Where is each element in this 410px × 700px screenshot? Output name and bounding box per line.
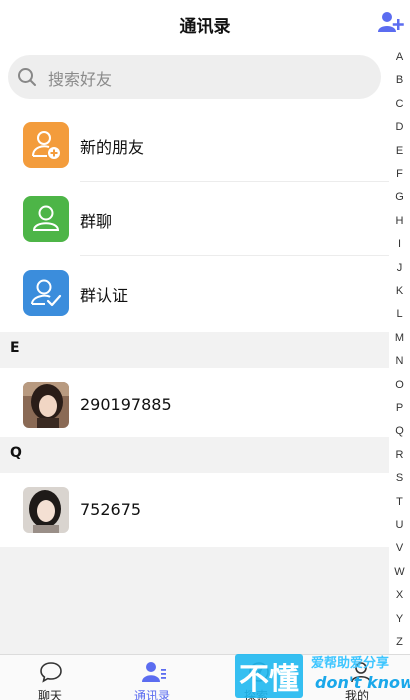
page-title: 通讯录 [179,17,231,37]
index-letter[interactable]: T [389,496,410,508]
index-letter[interactable]: S [389,472,410,484]
watermark-sub: don't know [315,673,410,692]
index-letter[interactable]: Q [389,425,410,437]
contact-name: 290197885 [80,395,172,414]
add-contact-icon[interactable] [378,11,404,33]
index-letter[interactable]: X [389,589,410,601]
new-friends-item[interactable]: 新的朋友 [0,108,389,182]
avatar [23,487,69,533]
tab-label: 聊天 [38,689,63,700]
index-letter[interactable]: U [389,519,410,531]
group-verification-label: 群认证 [80,286,129,305]
new-friend-icon [23,122,69,168]
index-letter[interactable]: N [389,355,410,367]
index-letter[interactable]: F [389,168,410,180]
contact-row[interactable]: 290197885 [0,368,389,442]
watermark-main: 不懂 [239,662,299,697]
section-header-e: E [0,332,389,368]
search-bar[interactable]: 搜索好友 [8,55,381,99]
index-letter[interactable]: K [389,285,410,297]
index-letter[interactable]: Y [389,613,410,625]
index-letter[interactable]: L [389,308,410,320]
index-letter[interactable]: B [389,74,410,86]
search-placeholder: 搜索好友 [48,70,113,89]
search-icon [17,67,37,87]
group-chats-item[interactable]: 群聊 [0,182,389,256]
index-letter[interactable]: M [389,332,410,344]
avatar [23,382,69,428]
chat-bubble-icon [39,661,63,683]
index-letter[interactable]: G [389,191,410,203]
top-navigation-bar: 通讯录 [0,0,410,46]
contact-row[interactable]: 752675 [0,473,389,547]
group-verification-item[interactable]: 群认证 [0,256,389,330]
watermark-side: 爱帮助爱分享 [311,655,389,671]
index-letter[interactable]: J [389,262,410,274]
tab-label: 通讯录 [134,689,171,700]
contact-name: 752675 [80,500,142,519]
index-letter[interactable]: P [389,402,410,414]
section-letter: E [10,340,20,356]
index-letter[interactable]: D [389,121,410,133]
tab-chats[interactable]: 聊天 [24,655,78,700]
index-letter[interactable]: H [389,215,410,227]
index-letter[interactable]: V [389,542,410,554]
index-letter[interactable]: W [389,566,410,578]
empty-area [0,547,389,654]
index-letter[interactable]: I [389,238,410,250]
section-header-q: Q [0,437,389,473]
new-friends-label: 新的朋友 [80,138,145,157]
tab-contacts[interactable]: 通讯录 [124,655,184,700]
alphabet-index[interactable]: ABCDEFGHIJKLMNOPQRSTUVWXYZ [389,46,410,654]
index-letter[interactable]: A [389,51,410,63]
index-letter[interactable]: E [389,145,410,157]
watermark-logo: 不懂 爱帮助爱分享 don't know [233,650,410,700]
group-chats-label: 群聊 [80,212,113,231]
index-letter[interactable]: Z [389,636,410,648]
index-letter[interactable]: R [389,449,410,461]
group-verify-icon [23,270,69,316]
index-letter[interactable]: O [389,379,410,391]
group-chat-icon [23,196,69,242]
index-letter[interactable]: C [389,98,410,110]
section-letter: Q [10,445,22,461]
contacts-icon [142,661,166,683]
